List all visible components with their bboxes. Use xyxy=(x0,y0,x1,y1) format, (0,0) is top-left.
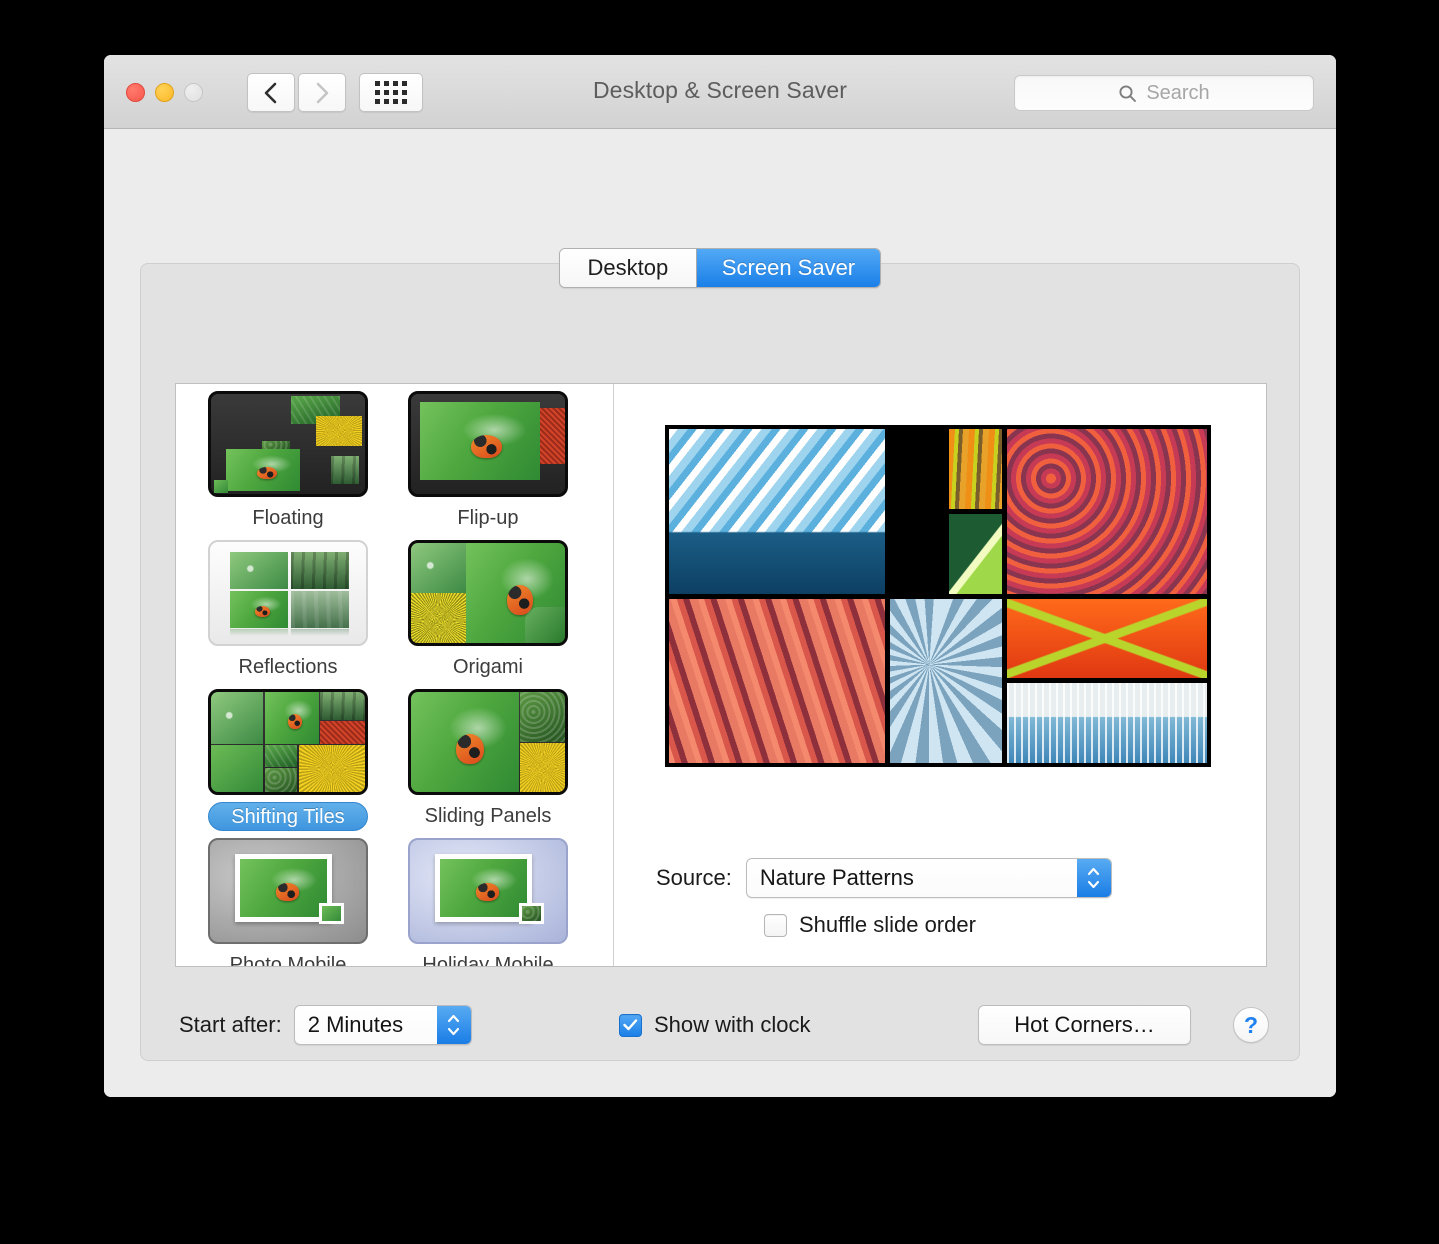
preview-tile-red-sandstone xyxy=(669,598,885,763)
source-stepper-icon[interactable] xyxy=(1076,859,1111,897)
tab-desktop[interactable]: Desktop xyxy=(559,249,696,287)
search-field[interactable]: Search xyxy=(1014,75,1314,111)
preference-panel: Floating Flip-up Reflections Origami Shi… xyxy=(140,263,1300,1061)
show-clock-checkbox[interactable] xyxy=(619,1013,642,1037)
show-clock-label: Show with clock xyxy=(654,1012,811,1037)
hot-corners-button[interactable]: Hot Corners… xyxy=(978,1005,1191,1045)
list-item[interactable]: Flip-up xyxy=(398,391,578,533)
list-item-label: Floating xyxy=(252,507,324,529)
shuffle-label: Shuffle slide order xyxy=(799,912,976,937)
source-value: Nature Patterns xyxy=(759,865,914,890)
preview-tile-column-middle xyxy=(890,429,1002,594)
screensaver-content: Floating Flip-up Reflections Origami Shi… xyxy=(175,383,1267,967)
start-after-select[interactable]: 2 Minutes xyxy=(293,1005,472,1045)
preview-pane: Source: Nature Patterns Shuffle slide or… xyxy=(614,384,1266,966)
list-item[interactable]: Floating xyxy=(198,391,378,533)
list-item[interactable]: Photo Mobile xyxy=(198,838,378,966)
list-item[interactable]: Reflections xyxy=(198,540,378,682)
preferences-window: Desktop & Screen Saver Search Floating F… xyxy=(104,55,1336,1097)
search-icon xyxy=(1119,84,1137,102)
screensaver-list[interactable]: Floating Flip-up Reflections Origami Shi… xyxy=(176,384,614,966)
thumbnail-reflections xyxy=(208,540,368,646)
preview-tile-frost-crystals xyxy=(890,598,1002,763)
thumbnail-origami xyxy=(408,540,568,646)
window-body: Floating Flip-up Reflections Origami Shi… xyxy=(104,129,1336,1097)
list-item-label: Origami xyxy=(452,656,523,678)
preview-tile-glacier-ice xyxy=(669,429,885,594)
shuffle-checkbox[interactable] xyxy=(764,913,787,937)
screensaver-preview xyxy=(665,425,1211,767)
preview-tile-orange-leaf xyxy=(1007,598,1207,679)
list-item[interactable]: Shifting Tiles xyxy=(198,689,378,831)
shuffle-row: Shuffle slide order xyxy=(764,912,976,938)
list-item-label: Sliding Panels xyxy=(424,805,552,827)
list-item-label: Reflections xyxy=(238,656,338,678)
thumbnail-holiday-mobile xyxy=(408,838,568,944)
thumbnail-sliding-panels xyxy=(408,689,568,795)
thumbnail-photo-mobile xyxy=(208,838,368,944)
start-after-label: Start after: xyxy=(179,1012,282,1037)
list-item-label: Flip-up xyxy=(457,507,519,529)
thumbnail-shifting-tiles xyxy=(208,689,368,795)
start-after-value: 2 Minutes xyxy=(307,1012,404,1037)
preview-tile-green-leaf xyxy=(948,513,1002,594)
start-after-stepper-icon[interactable] xyxy=(436,1006,471,1044)
tab-screen-saver[interactable]: Screen Saver xyxy=(695,249,881,287)
thumbnail-flipup xyxy=(408,391,568,497)
show-clock-row: Show with clock xyxy=(619,1012,811,1038)
source-select[interactable]: Nature Patterns xyxy=(745,858,1112,898)
thumbnail-floating xyxy=(208,391,368,497)
tab-bar: Desktop Screen Saver xyxy=(104,248,1336,288)
source-label: Source: xyxy=(656,865,732,890)
help-button[interactable]: ? xyxy=(1233,1007,1269,1043)
preview-tile-column-right xyxy=(1007,598,1207,763)
start-after-row: Start after: 2 Minutes xyxy=(179,1005,472,1045)
bottom-bar: Start after: 2 Minutes Show with clock H… xyxy=(141,991,1299,1059)
list-item[interactable]: Holiday Mobile xyxy=(398,838,578,966)
preview-tile-winter-birch xyxy=(1007,683,1207,763)
list-item-label: Photo Mobile xyxy=(229,954,347,966)
list-item-label: Holiday Mobile xyxy=(422,954,554,966)
preview-tile-eucalyptus-bark xyxy=(948,429,1002,509)
list-item[interactable]: Sliding Panels xyxy=(398,689,578,831)
list-item-label-selected: Shifting Tiles xyxy=(208,802,368,831)
checkmark-icon xyxy=(623,1019,638,1031)
preview-tile-autumn-forest xyxy=(1007,429,1207,594)
list-item[interactable]: Origami xyxy=(398,540,578,682)
title-bar: Desktop & Screen Saver Search xyxy=(104,55,1336,129)
source-row: Source: Nature Patterns xyxy=(656,858,1112,898)
search-placeholder: Search xyxy=(1146,81,1210,104)
